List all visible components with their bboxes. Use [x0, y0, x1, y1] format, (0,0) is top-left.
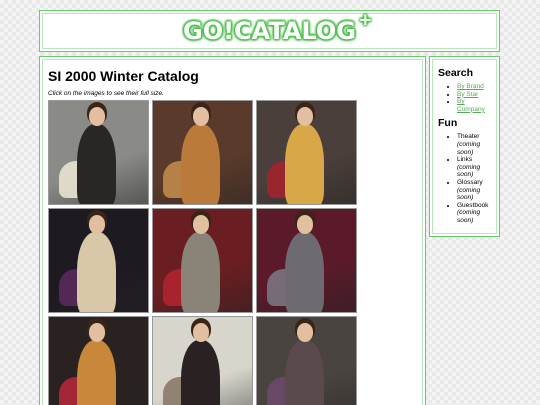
search-by-company-link[interactable]: By Company [457, 98, 485, 113]
catalog-photo-thumbnail[interactable] [48, 100, 149, 205]
catalog-photo-thumbnail[interactable] [152, 316, 253, 405]
model-figure [180, 231, 221, 312]
coming-soon-note: (coming soon) [457, 163, 481, 179]
fun-item-guestbook: Guestbook (coming soon) [457, 202, 493, 225]
model-head [192, 323, 210, 342]
search-heading: Search [438, 67, 474, 79]
sidebar: Search By Brand By Star By Company Fun T… [429, 56, 500, 237]
model-head [296, 215, 314, 234]
page-title: SI 2000 Winter Catalog [48, 68, 199, 84]
coming-soon-note: (coming soon) [457, 209, 481, 224]
coming-soon-note: (coming soon) [457, 140, 481, 156]
catalog-photo-thumbnail[interactable] [152, 100, 253, 205]
model-head [192, 107, 210, 126]
model-figure [180, 339, 221, 405]
search-links: By Brand By Star By Company [438, 83, 493, 113]
main-content: SI 2000 Winter Catalog Click on the imag… [39, 56, 426, 405]
fun-item-glossary: Glossary (coming soon) [457, 179, 493, 202]
model-figure [284, 339, 325, 405]
logo-plus-icon: + [358, 10, 372, 29]
model-figure [76, 123, 117, 204]
model-head [88, 107, 106, 126]
model-head [88, 323, 106, 342]
catalog-photo-thumbnail[interactable] [152, 208, 253, 313]
model-figure [76, 231, 117, 312]
catalog-photo-thumbnail[interactable] [256, 208, 357, 313]
catalog-photo-thumbnail[interactable] [256, 100, 357, 205]
photo-gallery [48, 100, 417, 405]
fun-item-label: Links [457, 156, 473, 164]
coming-soon-note: (coming soon) [457, 186, 481, 202]
fun-item-label: Theater [457, 133, 480, 141]
model-head [296, 323, 314, 342]
instructions-text: Click on the images to see their full si… [48, 90, 164, 97]
model-figure [284, 231, 325, 312]
fun-list: Theater (coming soon) Links (coming soon… [438, 133, 493, 224]
search-by-star-link[interactable]: By Star [457, 91, 478, 98]
model-head [192, 215, 210, 234]
catalog-photo-thumbnail[interactable] [48, 208, 149, 313]
model-head [296, 107, 314, 126]
model-head [88, 215, 106, 234]
fun-item-label: Glossary [457, 178, 483, 186]
header-banner: GO!CATALOG + [39, 10, 500, 52]
gocatalog-logo[interactable]: GO!CATALOG + [183, 10, 372, 45]
model-figure [180, 123, 221, 204]
fun-item-theater: Theater (coming soon) [457, 133, 493, 156]
search-by-brand-link[interactable]: By Brand [457, 83, 484, 90]
model-figure [284, 123, 325, 204]
fun-item-links: Links (coming soon) [457, 156, 493, 179]
catalog-photo-thumbnail[interactable] [256, 316, 357, 405]
fun-item-label: Guestbook [457, 201, 489, 209]
logo-text: GO!CATALOG [183, 17, 356, 45]
fun-heading: Fun [438, 117, 458, 130]
catalog-photo-thumbnail[interactable] [48, 316, 149, 405]
model-figure [76, 339, 117, 405]
